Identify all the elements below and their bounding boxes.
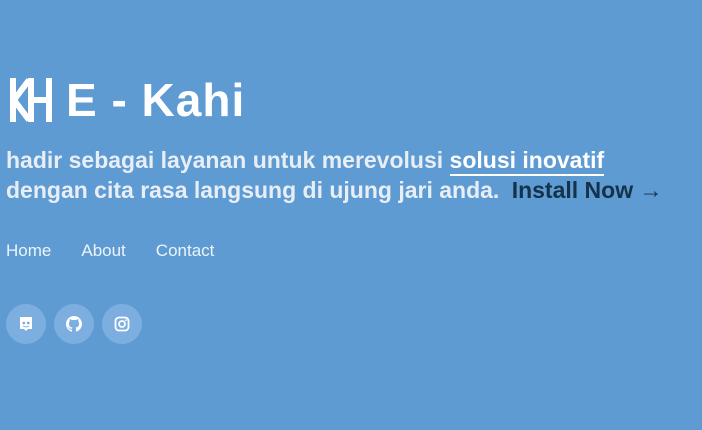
tagline-line-2: dengan cita rasa langsung di ujung jari …: [6, 175, 698, 205]
nav-home-link[interactable]: Home: [6, 240, 51, 262]
tagline-prefix: hadir sebagai layanan untuk merevolusi: [6, 147, 444, 173]
social-links: [6, 304, 142, 344]
tagline: hadir sebagai layanan untuk merevolusi s…: [6, 145, 698, 205]
kh-monogram-icon: [10, 78, 52, 122]
tagline-line-1: hadir sebagai layanan untuk merevolusi s…: [6, 145, 698, 176]
main-nav: Home About Contact: [6, 240, 214, 262]
install-now-link[interactable]: Install Now →: [512, 177, 663, 203]
discord-button[interactable]: [6, 304, 46, 344]
brand: E - Kahi: [9, 70, 245, 130]
nav-contact-link[interactable]: Contact: [156, 240, 215, 262]
brand-name: E - Kahi: [66, 74, 246, 126]
tagline-highlight: solusi inovatif: [449, 147, 605, 176]
discord-icon: [20, 317, 32, 331]
github-button[interactable]: [54, 304, 94, 344]
nav-about-link[interactable]: About: [81, 240, 125, 262]
tagline-body: dengan cita rasa langsung di ujung jari …: [6, 177, 500, 203]
instagram-icon: [114, 316, 130, 332]
instagram-button[interactable]: [102, 304, 142, 344]
github-icon: [66, 316, 82, 332]
